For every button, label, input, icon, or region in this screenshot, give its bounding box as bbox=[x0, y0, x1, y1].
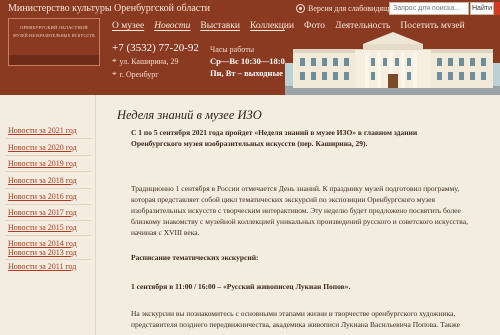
sidebar-item-2019[interactable]: Новости за 2019 год bbox=[8, 159, 77, 168]
header-accent bbox=[494, 2, 500, 15]
nav-news[interactable]: Новости bbox=[154, 21, 190, 31]
phone-number: +7 (3532) 77-20-92 bbox=[112, 42, 199, 54]
sidebar-item-2018[interactable]: Новости за 2018 год bbox=[8, 176, 77, 185]
page-title: Неделя знаний в музее ИЗО bbox=[117, 108, 262, 122]
divider bbox=[6, 188, 92, 189]
article-lead-line1: С 1 по 5 сентября 2021 года пройдет «Нед… bbox=[131, 128, 418, 137]
article-text-line: которая представляет собой цикл тематиче… bbox=[131, 195, 435, 204]
sidebar-item-2015[interactable]: Новости за 2015 год bbox=[8, 223, 77, 232]
address: ⌖ ул. Каширина, 29 bbox=[112, 56, 179, 66]
city: ⌖ г. Оренбург bbox=[112, 69, 159, 79]
sidebar-item-2020[interactable]: Новости за 2020 год bbox=[8, 143, 77, 152]
find-button[interactable]: Найти bbox=[470, 2, 494, 15]
schedule-title: Расписание тематических экскурсий: bbox=[131, 253, 259, 262]
hours-open: Ср—Вс 10:30—18:00 bbox=[210, 56, 290, 66]
sidebar-item-2016[interactable]: Новости за 2016 год bbox=[8, 192, 77, 201]
divider bbox=[6, 155, 92, 156]
divider bbox=[6, 138, 92, 139]
city-text: г. Оренбург bbox=[119, 69, 159, 79]
sidebar-item-2021[interactable]: Новости за 2021 год bbox=[8, 126, 77, 135]
logo-text-line1: ОРЕНБУРГСКИЙ ОБЛАСТНОЙ bbox=[20, 25, 88, 30]
museum-building-image bbox=[285, 28, 500, 95]
sidebar-item-2011[interactable]: Новости за 2011 год bbox=[8, 262, 76, 271]
article-text-line: Традиционно 1 сентября в России отмечает… bbox=[131, 184, 460, 193]
logo-bar bbox=[9, 55, 99, 65]
eye-icon bbox=[296, 4, 305, 13]
museum-logo[interactable]: ОРЕНБУРГСКИЙ ОБЛАСТНОЙ МУЗЕЙ ИЗОБРАЗИТЕЛ… bbox=[8, 18, 100, 66]
article-text-line: На экскурсии вы познакомитесь с основным… bbox=[131, 309, 456, 318]
divider bbox=[6, 171, 92, 172]
divider bbox=[6, 220, 92, 221]
hours-title: Часы работы bbox=[210, 45, 255, 54]
divider bbox=[6, 235, 92, 236]
hours-closed: Пн, Вт – выходные bbox=[210, 68, 283, 78]
article-lead-line2: Оренбургского музея изобразительных иску… bbox=[131, 139, 368, 148]
nav-exhibitions[interactable]: Выставки bbox=[200, 21, 240, 31]
location-pin-icon: ⌖ bbox=[112, 69, 117, 78]
blind-version-label: Версия для слабовидящих bbox=[308, 4, 398, 13]
schedule-item: 1 сентября в 11:00 / 16:00 – «Русский жи… bbox=[131, 282, 351, 291]
site-header: Министерство культуры Оренбургской облас… bbox=[0, 0, 500, 95]
nav-about[interactable]: О музее bbox=[112, 21, 144, 31]
sidebar-item-2014[interactable]: Новости за 2014 год bbox=[8, 239, 77, 248]
article-text-line: начиная с XVIII века. bbox=[131, 228, 200, 237]
ministry-link[interactable]: Министерство культуры Оренбургской облас… bbox=[8, 3, 210, 14]
sidebar-item-2017[interactable]: Новости за 2017 год bbox=[8, 208, 77, 217]
divider bbox=[6, 204, 92, 205]
location-pin-icon: ⌖ bbox=[112, 56, 117, 65]
divider bbox=[6, 259, 92, 260]
news-sidebar: Новости за 2021 год Новости за 2020 год … bbox=[0, 95, 96, 335]
article-text-line: представителя позднего передвижничества,… bbox=[131, 320, 460, 329]
article-text-line: близкому знакомству с музейной коллекцие… bbox=[131, 217, 468, 226]
search-input[interactable] bbox=[389, 2, 469, 15]
address-text: ул. Каширина, 29 bbox=[119, 56, 179, 66]
blind-version-link[interactable]: Версия для слабовидящих bbox=[296, 4, 398, 13]
logo-text-line2: МУЗЕЙ ИЗОБРАЗИТЕЛЬНЫХ ИСКУССТВ bbox=[13, 33, 95, 38]
article-text-line: изобразительных искусств с творческим ин… bbox=[131, 206, 461, 215]
sidebar-item-2013[interactable]: Новости за 2013 год bbox=[8, 248, 77, 257]
